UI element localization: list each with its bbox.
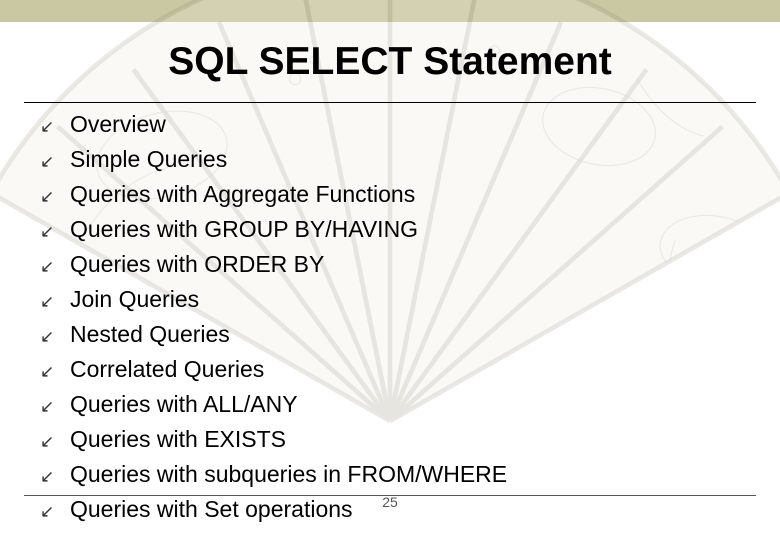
list-item-text: Overview [70,108,166,140]
top-decorative-band [0,0,780,22]
arrow-bullet-icon: ↙ [38,426,70,458]
list-item-text: Join Queries [70,283,199,315]
list-item: ↙Queries with Aggregate Functions [38,178,750,213]
list-item: ↙Correlated Queries [38,353,750,388]
arrow-bullet-icon: ↙ [38,356,70,388]
list-item: ↙Join Queries [38,283,750,318]
list-item: ↙Queries with subqueries in FROM/WHERE [38,458,750,493]
arrow-bullet-icon: ↙ [38,391,70,423]
list-item-text: Nested Queries [70,318,230,350]
arrow-bullet-icon: ↙ [38,496,70,528]
list-item: ↙Queries with EXISTS [38,423,750,458]
list-item-text: Queries with Set operations [70,493,353,525]
list-item: ↙Overview [38,108,750,143]
list-item: ↙Queries with ORDER BY [38,248,750,283]
arrow-bullet-icon: ↙ [38,181,70,213]
list-item: ↙Queries with ALL/ANY [38,388,750,423]
bullet-list: ↙Overview↙Simple Queries↙Queries with Ag… [38,108,750,528]
list-item: ↙Nested Queries [38,318,750,353]
arrow-bullet-icon: ↙ [38,216,70,248]
arrow-bullet-icon: ↙ [38,251,70,283]
slide-title: SQL SELECT Statement [0,40,780,84]
title-underline [24,102,756,103]
page-number: 25 [382,494,398,510]
list-item-text: Correlated Queries [70,353,264,385]
arrow-bullet-icon: ↙ [38,111,70,143]
list-item: ↙Simple Queries [38,143,750,178]
list-item-text: Queries with ORDER BY [70,248,324,280]
list-item-text: Queries with EXISTS [70,423,286,455]
list-item-text: Queries with subqueries in FROM/WHERE [70,458,507,490]
list-item-text: Simple Queries [70,143,227,175]
list-item-text: Queries with GROUP BY/HAVING [70,213,418,245]
list-item: ↙Queries with GROUP BY/HAVING [38,213,750,248]
list-item-text: Queries with ALL/ANY [70,388,298,420]
arrow-bullet-icon: ↙ [38,321,70,353]
list-item-text: Queries with Aggregate Functions [70,178,415,210]
arrow-bullet-icon: ↙ [38,286,70,318]
arrow-bullet-icon: ↙ [38,461,70,493]
arrow-bullet-icon: ↙ [38,146,70,178]
